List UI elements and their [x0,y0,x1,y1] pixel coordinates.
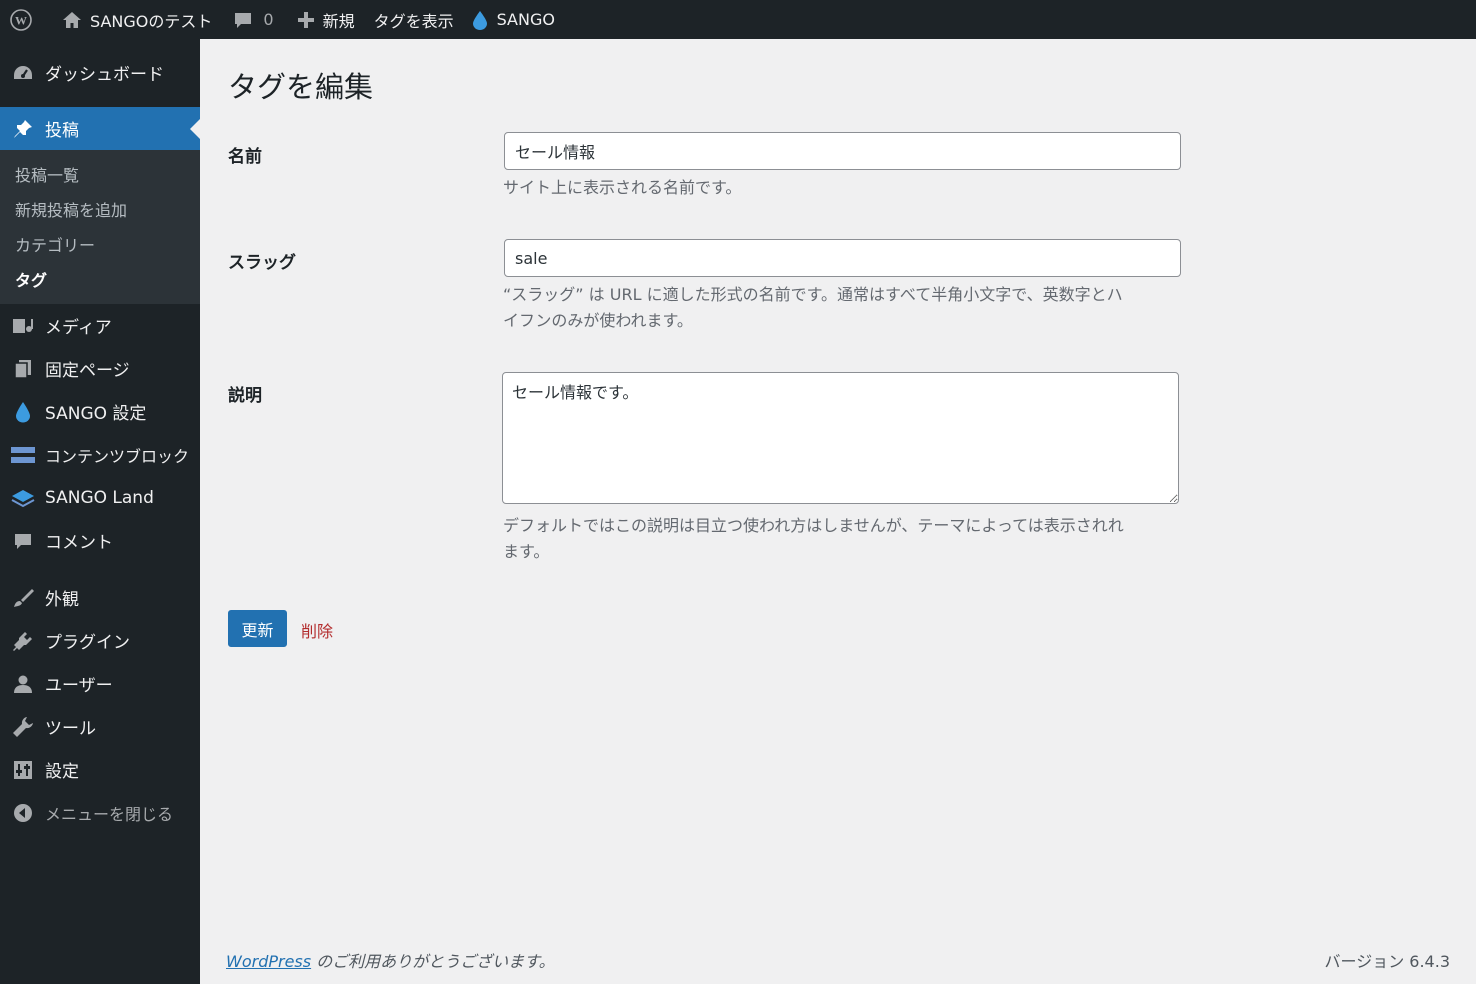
plus-icon [297,11,315,29]
menu-settings-label: 設定 [45,762,79,782]
menu-settings[interactable]: 設定 [0,748,200,791]
water-drop-icon [472,10,488,30]
submenu-all-posts[interactable]: 投稿一覧 [0,156,200,191]
description-hint: デフォルトではこの説明は目立つ使われ方はしませんが、テーマによっては表示されれ … [503,513,1183,565]
submenu-categories[interactable]: カテゴリー [0,226,200,261]
dashboard-gauge-icon [10,62,36,84]
menu-posts[interactable]: 投稿 [0,107,200,150]
menu-posts-label: 投稿 [45,121,79,141]
menu-appearance[interactable]: 外観 [0,576,200,619]
water-drop-icon [10,401,36,423]
svg-text:W: W [15,13,27,27]
comments-menu[interactable]: 0 [221,0,282,39]
name-label: 名前 [228,147,262,167]
content-block-icon [10,444,36,466]
media-icon [10,315,36,337]
menu-tools-label: ツール [45,719,96,739]
menu-sango-land[interactable]: SANGO Land [0,476,200,519]
wp-logo-menu[interactable]: W [0,0,42,39]
menu-appearance-label: 外観 [45,590,79,610]
collapse-menu-label: メニューを閉じる [45,804,174,824]
submenu-add-new-post[interactable]: 新規投稿を追加 [0,191,200,226]
new-content-menu[interactable]: 新規 [283,0,364,39]
view-tag-label: タグを表示 [373,11,454,31]
layers-icon [10,487,36,509]
comment-count: 0 [263,10,274,29]
comment-bubble-icon [10,530,36,552]
update-button[interactable]: 更新 [228,610,287,647]
admin-bar: W SANGOのテスト 0 新規 タグを表示 SANGO [0,0,1476,39]
menu-comments[interactable]: コメント [0,519,200,562]
name-hint: サイト上に表示される名前です。 [503,178,742,197]
delete-link[interactable]: 削除 [301,618,333,642]
menu-users-label: ユーザー [45,676,113,696]
menu-dashboard[interactable]: ダッシュボード [0,51,200,94]
slug-label: スラッグ [228,253,296,273]
tag-slug-input[interactable] [504,239,1181,277]
home-icon [62,10,82,30]
view-tag-link[interactable]: タグを表示 [364,0,463,39]
sango-menu[interactable]: SANGO [463,0,564,39]
tag-description-textarea[interactable]: セール情報です。 [502,372,1179,504]
menu-users[interactable]: ユーザー [0,662,200,705]
description-label: 説明 [228,386,262,406]
sango-label: SANGO [496,10,555,29]
menu-pages[interactable]: 固定ページ [0,347,200,390]
description-hint-line-2: ます。 [503,542,550,561]
menu-sango-settings[interactable]: SANGO 設定 [0,390,200,433]
menu-content-blocks[interactable]: コンテンツブロック [0,433,200,476]
menu-tools[interactable]: ツール [0,705,200,748]
pushpin-icon [10,118,36,140]
collapse-arrow-icon [10,802,36,824]
menu-comments-label: コメント [45,533,113,553]
collapse-menu-button[interactable]: メニューを閉じる [0,791,200,834]
wordpress-link[interactable]: WordPress [226,952,311,971]
new-label: 新規 [322,11,355,31]
menu-media-label: メディア [45,318,112,338]
submenu-tags[interactable]: タグ [0,261,200,296]
slug-hint-line-2: イフンのみが使われます。 [503,311,693,330]
pages-icon [10,358,36,380]
menu-dashboard-label: ダッシュボード [45,65,164,85]
site-name: SANGOのテスト [90,11,213,31]
comment-bubble-icon [233,10,253,30]
site-name-menu[interactable]: SANGOのテスト [42,0,221,39]
menu-pages-label: 固定ページ [45,361,130,381]
menu-plugins-label: プラグイン [45,633,130,653]
page-title: タグを編集 [228,70,374,104]
user-icon [10,673,36,695]
footer-thanks-text: のご利用ありがとうございます。 [311,952,555,971]
menu-content-blocks-label: コンテンツブロック [45,446,190,466]
tag-name-input[interactable] [504,132,1181,170]
description-hint-line-1: デフォルトではこの説明は目立つ使われ方はしませんが、テーマによっては表示されれ [503,516,1124,535]
admin-sidebar: ダッシュボード 投稿 投稿一覧 新規投稿を追加 カテゴリー タグ メディア 固定… [0,39,200,984]
slug-hint-line-1: “スラッグ” は URL に適した形式の名前です。通常はすべて半角小文字で、英数… [503,285,1123,304]
plugin-icon [10,630,36,652]
menu-sango-settings-label: SANGO 設定 [45,404,147,424]
paintbrush-icon [10,587,36,609]
menu-plugins[interactable]: プラグイン [0,619,200,662]
slug-hint: “スラッグ” は URL に適した形式の名前です。通常はすべて半角小文字で、英数… [503,282,1183,334]
posts-submenu: 投稿一覧 新規投稿を追加 カテゴリー タグ [0,150,200,304]
footer-version: バージョン 6.4.3 [1324,952,1450,971]
footer-thanks: WordPress のご利用ありがとうございます。 [226,948,555,972]
wrench-icon [10,716,36,738]
menu-sango-land-label: SANGO Land [45,487,154,508]
menu-media[interactable]: メディア [0,304,200,347]
wordpress-logo-icon: W [9,8,33,32]
settings-sliders-icon [10,759,36,781]
